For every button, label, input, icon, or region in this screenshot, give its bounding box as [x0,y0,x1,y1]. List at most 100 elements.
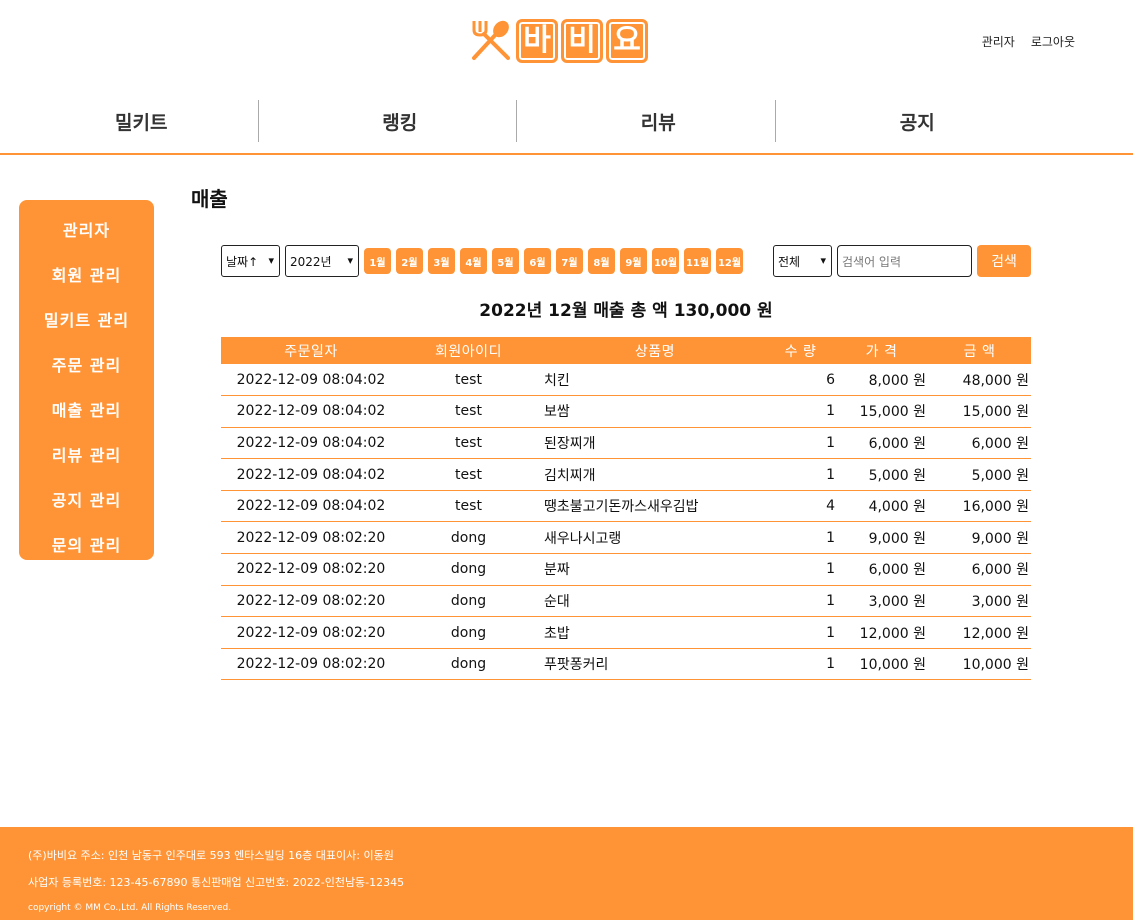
nav-item-ranking[interactable]: 랭킹 [259,100,517,142]
month-button-11[interactable]: 11월 [684,248,711,274]
month-button-6[interactable]: 6월 [524,248,551,274]
month-button-1[interactable]: 1월 [364,248,391,274]
cell-amount: 5,000 원 [971,467,1029,484]
cell-quantity: 1 [826,656,835,673]
header: 바 비 요 관리자 로그아웃 [0,0,1133,80]
cell-member-id: dong [450,529,487,546]
cell-price: 9,000 원 [868,530,926,547]
sidebar-item-orders[interactable]: 주문 관리 [19,341,154,386]
cell-quantity: 4 [826,498,835,515]
cell-price: 10,000 원 [859,657,926,674]
footer-copyright: copyright © MM Co.,Ltd. All Rights Reser… [28,903,232,913]
col-product-name[interactable]: 상품명 [536,337,766,364]
footer-company-info: (주)바비요 주소: 인천 남동구 인주대로 593 엔타스빌딩 16층 대표이… [28,849,394,862]
month-button-4[interactable]: 4월 [460,248,487,274]
footer: (주)바비요 주소: 인천 남동구 인주대로 593 엔타스빌딩 16층 대표이… [0,827,1133,920]
sidebar-item-mealkits[interactable]: 밀키트 관리 [19,296,154,341]
cell-member-id: test [455,434,482,451]
table-row[interactable]: 2022-12-09 08:02:20 dong 새우나시고랭 1 9,000 원 9,0… [221,522,1031,554]
table-row[interactable]: 2022-12-09 08:04:02 test 치킨 6 8,000 원 48,000 … [221,364,1031,396]
sidebar-item-inquiries[interactable]: 문의 관리 [19,521,154,566]
top-links: 관리자 로그아웃 [982,33,1075,50]
table-row[interactable]: 2022-12-09 08:04:02 test 김치찌개 1 5,000 원 5,000… [221,459,1031,491]
sort-select-value: 날짜↑ [226,254,259,269]
nav-item-notice[interactable]: 공지 [776,100,1035,142]
nav-item-mealkit[interactable]: 밀키트 [0,100,259,142]
admin-link[interactable]: 관리자 [982,33,1015,50]
table-row[interactable]: 2022-12-09 08:02:20 dong 분짜 1 6,000 원 6,000 원 [221,554,1031,586]
month-button-5[interactable]: 5월 [492,248,519,274]
cell-amount: 3,000 원 [971,593,1029,610]
cell-amount: 48,000 원 [962,372,1029,389]
sidebar-item-members[interactable]: 회원 관리 [19,251,154,296]
cell-product-name: 보쌈 [544,404,570,421]
month-button-12[interactable]: 12월 [716,248,743,274]
col-price[interactable]: 가 격 [835,337,928,364]
month-button-7[interactable]: 7월 [556,248,583,274]
table-row[interactable]: 2022-12-09 08:02:20 dong 초밥 1 12,000 원 12,000… [221,617,1031,649]
search-filter-select[interactable]: 전체 ▾ [773,245,832,277]
logo-char: 비 [561,19,603,63]
month-button-10[interactable]: 10월 [652,248,679,274]
cell-amount: 12,000 원 [962,625,1029,642]
cell-product-name: 순대 [544,593,570,610]
search-input[interactable]: 검색어 입력 [837,245,972,277]
col-quantity[interactable]: 수 량 [766,337,835,364]
logout-link[interactable]: 로그아웃 [1031,33,1075,50]
sidebar-item-sales[interactable]: 매출 관리 [19,386,154,431]
table-row[interactable]: 2022-12-09 08:02:20 dong 푸팟퐁커리 1 10,000 원 10,… [221,648,1031,680]
table-row[interactable]: 2022-12-09 08:02:20 dong 순대 1 3,000 원 3,000 원 [221,585,1031,617]
nav-divider [0,153,1133,155]
cell-member-id: test [455,371,482,388]
logo[interactable]: 바 비 요 [468,16,648,66]
year-select[interactable]: 2022년 ▾ [285,245,359,277]
sales-total: 2022년 12월 매출 총 액 130,000 원 [479,301,773,321]
cell-member-id: dong [450,561,487,578]
table-row[interactable]: 2022-12-09 08:04:02 test 땡초불고기돈까스새우김밥 4 4,00… [221,490,1031,522]
cell-order-date: 2022-12-09 08:04:02 [236,371,386,388]
cell-product-name: 새우나시고랭 [544,530,622,547]
col-order-date[interactable]: 주문일자 [221,337,401,364]
table-row[interactable]: 2022-12-09 08:04:02 test 된장찌개 1 6,000 원 6,000… [221,427,1031,459]
cell-quantity: 1 [826,561,835,578]
cell-price: 4,000 원 [868,499,926,516]
month-button-9[interactable]: 9월 [620,248,647,274]
cell-price: 3,000 원 [868,593,926,610]
cell-quantity: 1 [826,624,835,641]
cell-product-name: 분짜 [544,562,570,579]
cell-quantity: 1 [826,434,835,451]
nav-item-review[interactable]: 리뷰 [517,100,776,142]
cell-price: 12,000 원 [859,625,926,642]
cell-member-id: test [455,498,482,515]
cell-amount: 9,000 원 [971,530,1029,547]
cell-price: 15,000 원 [859,404,926,421]
cell-member-id: dong [450,592,487,609]
cell-quantity: 6 [826,371,835,388]
chevron-down-icon: ▾ [268,254,274,267]
cell-order-date: 2022-12-09 08:04:02 [236,498,386,515]
logo-text: 바 비 요 [516,19,648,63]
sidebar-item-notices[interactable]: 공지 관리 [19,476,154,521]
search-filter-value: 전체 [778,254,801,269]
cell-quantity: 1 [826,403,835,420]
month-button-3[interactable]: 3월 [428,248,455,274]
cell-product-name: 초밥 [544,625,570,642]
month-button-2[interactable]: 2월 [396,248,423,274]
cell-product-name: 땡초불고기돈까스새우김밥 [544,499,699,516]
cell-order-date: 2022-12-09 08:02:20 [236,656,386,673]
fork-spoon-icon [472,20,510,60]
col-member-id[interactable]: 회원아이디 [401,337,536,364]
cell-order-date: 2022-12-09 08:04:02 [236,434,386,451]
col-amount[interactable]: 금 액 [928,337,1031,364]
search-button[interactable]: 검색 [977,245,1031,277]
cell-amount: 16,000 원 [962,499,1029,516]
sales-table: 주문일자 회원아이디 상품명 수 량 가 격 금 액 2022-12-09 08… [221,337,1031,680]
sidebar-item-reviews[interactable]: 리뷰 관리 [19,431,154,476]
sort-select[interactable]: 날짜↑ ▾ [221,245,280,277]
table-row[interactable]: 2022-12-09 08:04:02 test 보쌈 1 15,000 원 15,000… [221,396,1031,428]
cell-amount: 6,000 원 [971,435,1029,452]
cell-order-date: 2022-12-09 08:02:20 [236,529,386,546]
cell-quantity: 1 [826,466,835,483]
cell-order-date: 2022-12-09 08:02:20 [236,561,386,578]
month-button-8[interactable]: 8월 [588,248,615,274]
